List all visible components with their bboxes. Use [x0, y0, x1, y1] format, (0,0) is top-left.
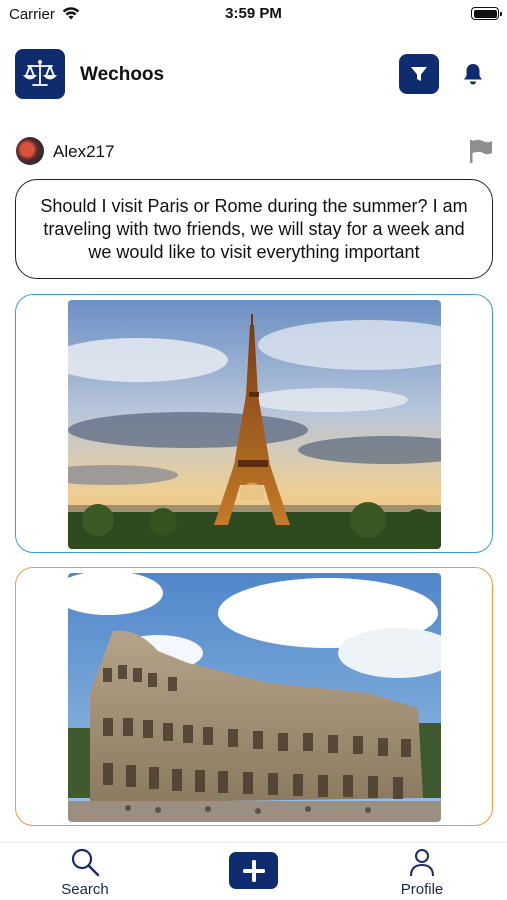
colosseum-photo — [68, 573, 441, 822]
tab-profile-label: Profile — [400, 881, 444, 898]
user-avatar[interactable] — [16, 137, 44, 165]
add-post-button[interactable] — [229, 852, 278, 889]
app-logo — [15, 49, 65, 99]
search-icon — [71, 848, 100, 877]
flag-icon[interactable] — [466, 137, 494, 165]
profile-icon — [410, 849, 434, 877]
plus-icon — [242, 859, 265, 882]
tab-profile[interactable]: Profile — [377, 843, 467, 900]
clock: 3:59 PM — [225, 5, 282, 22]
tab-search-label: Search — [61, 881, 109, 898]
option-card-paris[interactable] — [15, 294, 493, 553]
tab-search[interactable]: Search — [40, 843, 130, 900]
username[interactable]: Alex217 — [53, 142, 114, 162]
question-box: Should I visit Paris or Rome during the … — [15, 179, 493, 279]
option-card-rome[interactable] — [15, 567, 493, 826]
filter-button[interactable] — [399, 54, 439, 94]
app-title: Wechoos — [80, 64, 165, 85]
scales-of-justice-icon — [22, 60, 58, 86]
eiffel-tower-photo — [68, 300, 441, 549]
question-text: Should I visit Paris or Rome during the … — [40, 196, 468, 262]
filter-icon — [411, 67, 427, 81]
notifications-button[interactable] — [459, 60, 487, 88]
bell-icon — [464, 64, 482, 85]
status-bar: Carrier 3:59 PM — [0, 0, 507, 30]
battery-icon — [471, 7, 502, 20]
